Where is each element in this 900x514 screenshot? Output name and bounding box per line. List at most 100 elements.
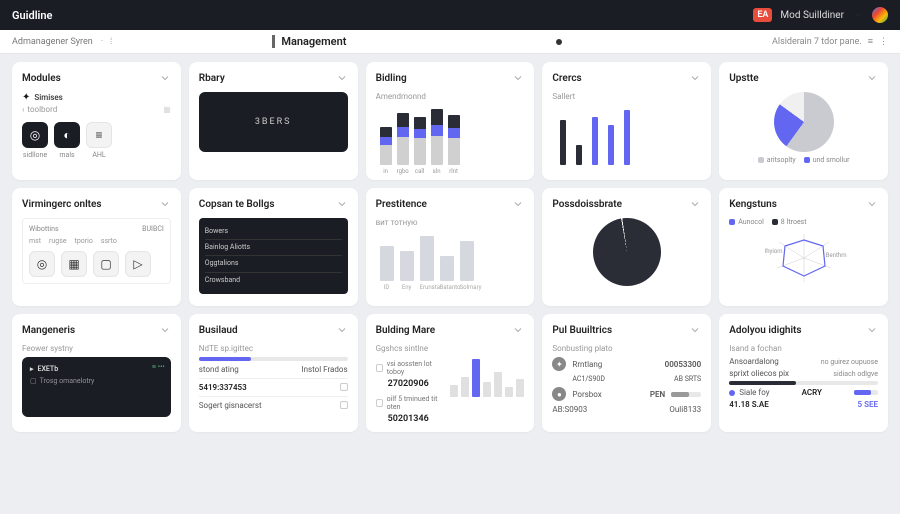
metric-label: Porsbox [572,390,601,399]
chevron-down-icon[interactable] [159,324,171,336]
list-item[interactable]: Oggtalions [205,256,342,272]
bar-chart [376,231,525,281]
kv-label: sprixt oliecos pix [729,369,789,378]
card-prest: Prestitence вит тотную IDEnyErunstaBatan… [366,188,535,306]
pie-chart [774,92,834,152]
dashboard-grid: Modules ✦Simises ‹toolbord▦ ◎sidllone ◐r… [0,54,900,440]
bullet-icon [729,390,735,396]
legend-dot [804,157,810,163]
kv-value: ACRY [802,388,822,397]
chevron-down-icon[interactable] [689,198,701,210]
card-rbary: Rbary 3BERS [189,62,358,180]
chevron-down-icon[interactable] [336,198,348,210]
chevron-down-icon[interactable] [866,198,878,210]
action-icon[interactable]: ▷ [125,251,151,277]
line-value: 50201346 [388,414,443,424]
list-item[interactable]: Bainlog Aliotts [205,240,342,256]
avatar[interactable] [872,7,888,23]
checkbox-icon[interactable] [340,401,348,409]
grid-icon[interactable]: ▦ [163,105,171,114]
chevron-down-icon[interactable] [866,72,878,84]
chevron-down-icon[interactable] [159,72,171,84]
bar-label: call [414,168,426,175]
kv-label: sidiach odlgve [833,370,878,378]
chevron-down-icon[interactable] [336,324,348,336]
bar-label: Batanto [440,284,454,291]
chevron-down-icon[interactable] [159,198,171,210]
legend-label: und smollur [813,156,850,164]
action-icon[interactable]: ▢ [93,251,119,277]
breadcrumb-meta: · ⁞ [101,36,113,47]
modules-note: toolbord [27,105,57,114]
chevron-down-icon[interactable] [852,9,864,21]
list-item[interactable]: Bowers [205,224,342,240]
card-busilaud: Busilaud NdTE sp.igittec stond atingInst… [189,314,358,432]
legend-label: 8 Itroest [781,218,807,226]
stat-label: Instol Frados [301,365,347,374]
kv-value: 41.18 S.AE [729,400,769,409]
subbar: Admanagener Syren · ⁞ Management Alsider… [0,30,900,54]
card-title: Adolyou idighits [729,325,801,336]
card-possd: Possdoissbrate [542,188,711,306]
chevron-down-icon[interactable] [512,324,524,336]
chevron-down-icon[interactable] [689,72,701,84]
modules-sub: Simises [34,93,62,102]
bar-label: sln [431,168,443,175]
rbary-block[interactable]: 3BERS [199,92,348,152]
metric-value: 00053300 [665,360,702,369]
spider-chart: Ihyiom Benthrn [769,230,839,286]
module-icon-1[interactable]: ◎ [22,122,48,148]
username[interactable]: Mod Suilldiner [780,10,844,21]
credit-card[interactable]: ≡ ••• ▸EXETb ▢Trosg omanelotry [22,357,171,417]
chevron-down-icon[interactable] [512,198,524,210]
back-icon[interactable]: ‹ [22,105,24,114]
tab[interactable]: rugse [49,237,67,245]
metric-footer: AB:S0903 [552,405,587,414]
dark-list: Bowers Bainlog Aliotts Oggtalions Crowsb… [199,218,348,294]
mini-bar-chart [450,357,524,397]
menu-icon[interactable]: ≡ [868,36,873,47]
legend-label: aritsoplty [767,156,796,164]
checkbox-icon[interactable] [340,383,348,391]
chevron-down-icon[interactable] [689,324,701,336]
app-logo[interactable]: Guidline [12,9,52,22]
card-brand: EXETb [38,365,59,373]
action-icon[interactable]: ▦ [61,251,87,277]
card-title: Pul Buuiltrics [552,325,612,336]
bar-label: Eny [400,284,414,291]
chevron-down-icon[interactable] [866,324,878,336]
card-sub: Feower systny [22,344,171,353]
card-title: Bidling [376,73,407,84]
list-item[interactable]: Crowsband [205,273,342,288]
pie-chart [593,218,661,286]
metric-sub: AB SRTS [674,375,701,383]
line-label: oilf 5 tminued tit oten [387,395,443,411]
module-icon-3[interactable]: ≡ [86,122,112,148]
card-sub: NdTE sp.igittec [199,344,348,353]
user-badge: EA [753,8,772,22]
module-icon-2[interactable]: ◐ [54,122,80,148]
breadcrumb[interactable]: Admanagener Syren [12,37,93,47]
legend: aritsoplty und smollur [729,156,878,164]
card-icon: ▸ [30,365,34,373]
axis-label: Ihyiom [765,248,783,255]
line-label: vsi aossten lot toboy [387,360,443,376]
chevron-down-icon[interactable] [336,72,348,84]
topbar: Guidline EA Mod Suilldiner [0,0,900,30]
tab[interactable]: mst [29,237,41,245]
card-chip-icon: ≡ ••• [152,363,165,371]
card-virming: Virmingerc onltes WibottinsBUIBCI mstrug… [12,188,181,306]
card-title: Crercs [552,73,581,84]
checkbox-icon[interactable] [376,399,383,407]
tab[interactable]: tporio [75,237,93,245]
checkbox-icon[interactable] [376,364,383,372]
metric-sub: AC1/S90D [572,375,605,383]
kv-value: 5 SEE [858,400,878,409]
more-icon[interactable]: ⋮ [879,37,888,47]
card-title: Prestitence [376,199,427,210]
action-icon[interactable]: ◎ [29,251,55,277]
card-sub: Sonbusting plato [552,344,701,353]
tab[interactable]: ssrto [101,237,117,245]
card-crercs: Crercs Sallert [542,62,711,180]
chevron-down-icon[interactable] [512,72,524,84]
